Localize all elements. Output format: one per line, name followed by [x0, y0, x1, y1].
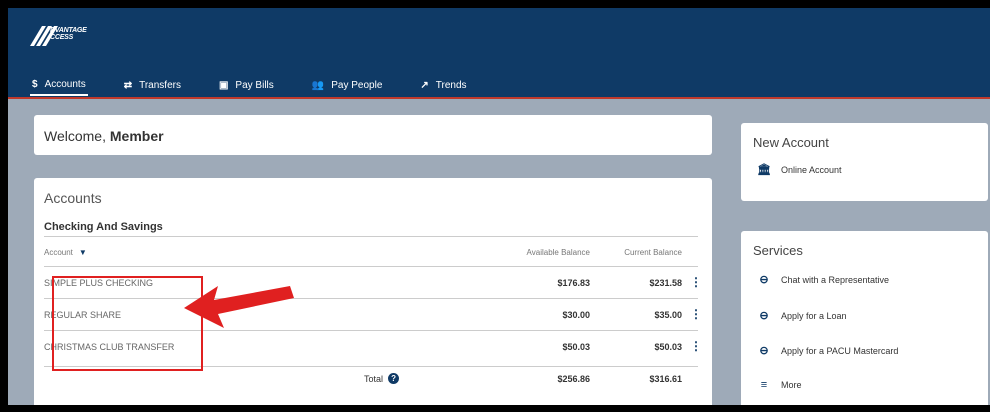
link-icon: ⊖ [759, 274, 769, 286]
bank-icon: 🏛 [757, 164, 771, 176]
member-name: Member [109, 128, 164, 144]
group-title: Checking And Savings [44, 221, 163, 233]
link-label: Apply for a PACU Mastercard [781, 345, 899, 356]
current-balance: $50.03 [654, 342, 682, 352]
accounts-title: Accounts [44, 190, 102, 206]
trend-icon: ↗ [420, 79, 429, 91]
logo-text: DVANTAGE CCESS [50, 27, 87, 41]
divider [44, 236, 698, 237]
current-balance: $231.58 [649, 278, 682, 288]
menu-icon: ≡ [760, 379, 768, 391]
total-available: $256.86 [557, 374, 590, 384]
transfer-arrows-icon: ⇄ [123, 79, 133, 91]
link-label: Online Account [781, 164, 842, 175]
column-header-account[interactable]: Account ▼ [44, 248, 87, 257]
nav-pay-people[interactable]: 👥 Pay People [310, 74, 385, 96]
link-label: Chat with a Representative [781, 274, 890, 285]
more-link[interactable]: ≡ More [755, 379, 802, 391]
nav-transfers[interactable]: ⇄ Transfers [122, 74, 183, 96]
more-options-icon[interactable]: ⋮ [690, 275, 702, 289]
new-account-card: New Account 🏛 Online Account [741, 123, 988, 201]
bill-icon: ▣ [218, 79, 229, 91]
top-header: DVANTAGE CCESS $ Accounts ⇄ Transfers ▣ … [8, 8, 990, 99]
nav-label: Trends [435, 79, 467, 91]
nav-label: Pay People [331, 79, 383, 91]
services-title: Services [753, 243, 803, 258]
online-account-link[interactable]: 🏛 Online Account [755, 163, 842, 176]
link-icon: ⊖ [759, 310, 769, 322]
nav-accounts[interactable]: $ Accounts [30, 74, 88, 96]
welcome-text: Welcome, Member [44, 128, 164, 144]
available-balance: $50.03 [562, 342, 590, 352]
welcome-card: Welcome, Member [34, 115, 712, 155]
link-icon: ⊖ [759, 345, 769, 357]
main-nav: $ Accounts ⇄ Transfers ▣ Pay Bills 👥 Pay… [30, 74, 503, 98]
total-current: $316.61 [649, 374, 682, 384]
apply-mastercard-link[interactable]: ⊖ Apply for a PACU Mastercard [755, 344, 898, 357]
total-label: Total ? [364, 373, 400, 384]
column-header-current: Current Balance [624, 248, 682, 257]
more-options-icon[interactable]: ⋮ [690, 339, 702, 353]
people-icon: 👥 [311, 79, 325, 91]
more-options-icon[interactable]: ⋮ [690, 307, 702, 321]
nav-label: Pay Bills [235, 79, 274, 91]
app-frame: DVANTAGE CCESS $ Accounts ⇄ Transfers ▣ … [8, 8, 990, 405]
new-account-title: New Account [753, 135, 829, 150]
nav-pay-bills[interactable]: ▣ Pay Bills [217, 74, 276, 96]
sort-down-icon: ▼ [78, 248, 87, 257]
nav-trends[interactable]: ↗ Trends [418, 74, 468, 96]
nav-label: Transfers [139, 79, 181, 91]
available-balance: $30.00 [562, 310, 590, 320]
current-balance: $35.00 [654, 310, 682, 320]
chat-representative-link[interactable]: ⊖ Chat with a Representative [755, 273, 889, 286]
dollar-icon: $ [32, 78, 38, 90]
help-icon[interactable]: ? [388, 373, 400, 384]
apply-loan-link[interactable]: ⊖ Apply for a Loan [755, 309, 847, 322]
nav-label: Accounts [44, 78, 86, 90]
services-card: Services ⊖ Chat with a Representative ⊖ … [741, 231, 988, 405]
annotation-arrow [184, 286, 294, 328]
column-header-available: Available Balance [526, 248, 590, 257]
link-label: Apply for a Loan [781, 310, 847, 321]
available-balance: $176.83 [557, 278, 590, 288]
link-label: More [781, 380, 802, 390]
